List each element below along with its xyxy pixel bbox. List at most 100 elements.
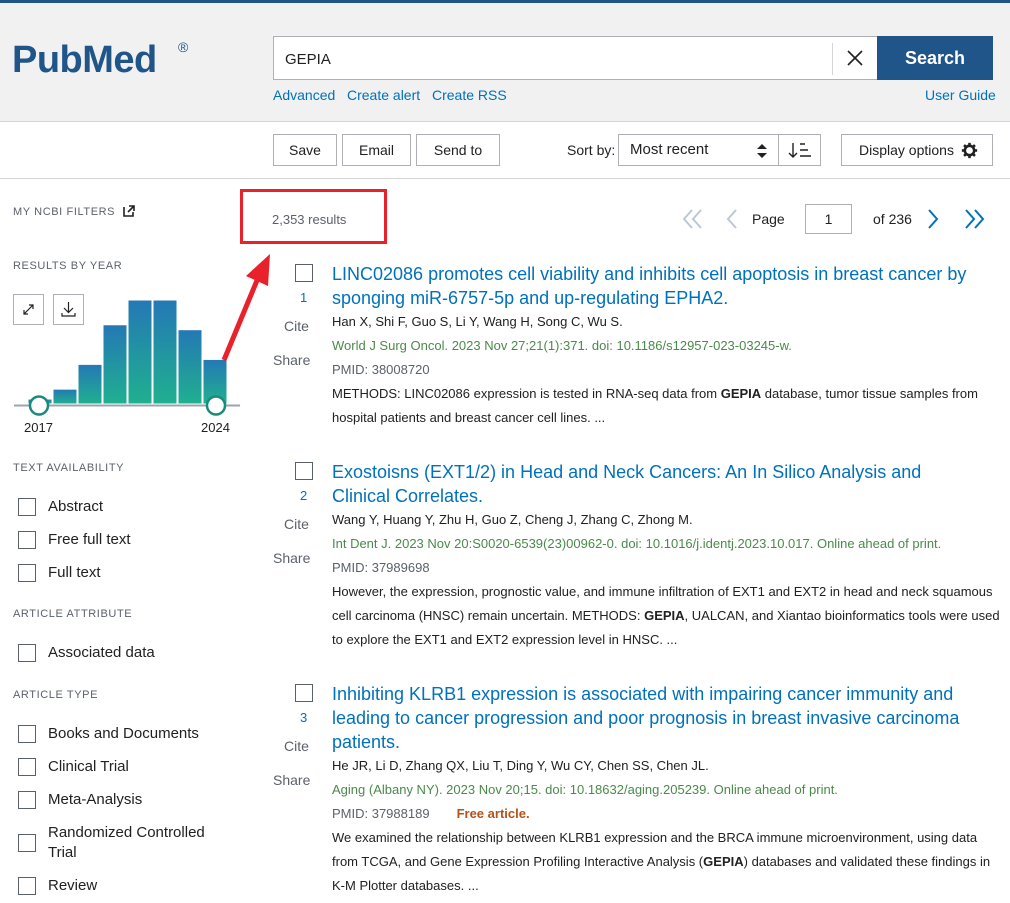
next-page-icon[interactable] xyxy=(923,206,943,232)
filters-sidebar: MY NCBI FILTERS RESULTS BY YEAR 2017 202… xyxy=(0,180,245,903)
year-bar[interactable] xyxy=(127,299,153,405)
advanced-link[interactable]: Advanced xyxy=(273,87,335,103)
checkbox[interactable] xyxy=(18,791,36,809)
filter-label: Free full text xyxy=(48,531,131,548)
filter-associated-data[interactable]: Associated data xyxy=(18,643,155,663)
share-button[interactable]: Share xyxy=(273,550,310,566)
result-citation: Aging (Albany NY). 2023 Nov 20;15. doi: … xyxy=(332,782,838,797)
filter-meta-analysis[interactable]: Meta-Analysis xyxy=(18,790,142,810)
cite-button[interactable]: Cite xyxy=(284,516,309,532)
result-authors: Han X, Shi F, Guo S, Li Y, Wang H, Song … xyxy=(332,314,623,329)
free-article-badge: Free article. xyxy=(456,806,530,821)
snippet-highlight: GEPIA xyxy=(644,608,685,623)
checkbox[interactable] xyxy=(18,644,36,662)
header: PubMed ® Search Advanced Create alert Cr… xyxy=(0,3,1010,122)
result-checkbox[interactable] xyxy=(295,462,313,480)
share-button[interactable]: Share xyxy=(273,352,310,368)
pubmed-logo[interactable]: PubMed ® xyxy=(12,31,202,95)
result-title-link[interactable]: Inhibiting KLRB1 expression is associate… xyxy=(332,682,982,754)
text-availability-heading: TEXT AVAILABILITY xyxy=(13,462,125,474)
checkbox[interactable] xyxy=(18,564,36,582)
save-button[interactable]: Save xyxy=(273,134,337,166)
filter-label: Abstract xyxy=(48,498,104,515)
filter-clinical-trial[interactable]: Clinical Trial xyxy=(18,757,129,777)
filter-review[interactable]: Review xyxy=(18,876,97,896)
share-button[interactable]: Share xyxy=(273,772,310,788)
registered-mark: ® xyxy=(178,39,189,55)
result-snippet: We examined the relationship between KLR… xyxy=(332,826,1002,898)
checkbox[interactable] xyxy=(18,531,36,549)
page-number-input[interactable]: 1 xyxy=(805,204,852,234)
year-bar[interactable] xyxy=(52,388,78,405)
gear-icon xyxy=(961,142,978,159)
filter-books-and-documents[interactable]: Books and Documents xyxy=(18,724,199,744)
close-icon[interactable] xyxy=(845,48,865,68)
results-by-year-heading: RESULTS BY YEAR xyxy=(13,260,123,272)
year-bar[interactable] xyxy=(77,363,103,405)
filter-free-full-text[interactable]: Free full text xyxy=(18,530,131,550)
result-snippet: METHODS: LINC02086 expression is tested … xyxy=(332,382,1002,430)
search-input[interactable] xyxy=(285,48,825,70)
search-divider xyxy=(832,43,833,75)
last-page-icon[interactable] xyxy=(961,206,987,232)
year-bar[interactable] xyxy=(177,329,203,405)
snippet-highlight: GEPIA xyxy=(703,854,744,869)
sort-select[interactable]: Most recent xyxy=(618,134,779,166)
result-title-link[interactable]: Exostoisns (EXT1/2) in Head and Neck Can… xyxy=(332,460,982,508)
checkbox[interactable] xyxy=(18,758,36,776)
filter-full-text[interactable]: Full text xyxy=(18,563,101,583)
checkbox[interactable] xyxy=(18,877,36,895)
result-number: 2 xyxy=(300,488,308,503)
result-citation-row: Aging (Albany NY). 2023 Nov 20;15. doi: … xyxy=(332,778,1002,802)
checkbox[interactable] xyxy=(18,498,36,516)
filter-label: Randomized Controlled Trial xyxy=(48,824,205,861)
year-start-label: 2017 xyxy=(24,420,53,435)
sort-order-icon xyxy=(788,143,811,158)
send-to-button[interactable]: Send to xyxy=(416,134,500,166)
checkbox[interactable] xyxy=(18,834,36,852)
filter-randomized-controlled-trial[interactable]: Randomized Controlled Trial xyxy=(18,823,228,863)
filter-label: Associated data xyxy=(48,644,155,661)
result-pmid: PMID: 38008720 xyxy=(332,362,430,377)
display-options-label: Display options xyxy=(859,142,954,158)
my-ncbi-filters-heading[interactable]: MY NCBI FILTERS xyxy=(13,206,115,218)
result-checkbox[interactable] xyxy=(295,684,313,702)
previous-page-icon[interactable] xyxy=(722,206,742,232)
year-slider-end-handle[interactable] xyxy=(205,395,227,416)
total-pages: of 236 xyxy=(873,211,912,227)
filter-label: Books and Documents xyxy=(48,725,199,742)
filter-label: Full text xyxy=(48,564,101,581)
first-page-icon[interactable] xyxy=(680,206,706,232)
result-pmid: PMID: 37988189 xyxy=(332,806,430,821)
user-guide-link[interactable]: User Guide xyxy=(925,87,996,103)
sort-label: Sort by: xyxy=(567,142,616,158)
result-checkbox[interactable] xyxy=(295,264,313,282)
external-link-icon[interactable] xyxy=(122,204,136,218)
sort-value: Most recent xyxy=(630,141,709,158)
email-button[interactable]: Email xyxy=(342,134,411,166)
year-bar[interactable] xyxy=(152,299,178,405)
results-by-year-chart[interactable] xyxy=(12,292,244,420)
result-number: 3 xyxy=(300,710,308,725)
year-slider-start-handle[interactable] xyxy=(28,395,50,416)
article-type-heading: ARTICLE TYPE xyxy=(13,689,99,701)
search-button[interactable]: Search xyxy=(877,36,993,80)
create-alert-link[interactable]: Create alert xyxy=(347,87,420,103)
cite-button[interactable]: Cite xyxy=(284,738,309,754)
result-citation: World J Surg Oncol. 2023 Nov 27;21(1):37… xyxy=(332,338,792,353)
filter-label: Review xyxy=(48,877,98,894)
filter-abstract[interactable]: Abstract xyxy=(18,497,103,517)
year-bar[interactable] xyxy=(102,324,128,405)
result-citation: Int Dent J. 2023 Nov 20:S0020-6539(23)00… xyxy=(332,536,942,551)
toolbar: Save Email Send to Sort by: Most recent … xyxy=(0,123,1010,179)
checkbox[interactable] xyxy=(18,725,36,743)
result-pmid-row: PMID: 37988189 Free article. xyxy=(332,802,1002,826)
sort-direction-button[interactable] xyxy=(778,134,821,166)
results-count: 2,353 results xyxy=(272,212,347,227)
display-options-button[interactable]: Display options xyxy=(841,134,993,166)
page-label: Page xyxy=(752,211,785,227)
year-end-label: 2024 xyxy=(201,420,230,435)
result-title-link[interactable]: LINC02086 promotes cell viability and in… xyxy=(332,262,982,310)
cite-button[interactable]: Cite xyxy=(284,318,309,334)
create-rss-link[interactable]: Create RSS xyxy=(432,87,507,103)
